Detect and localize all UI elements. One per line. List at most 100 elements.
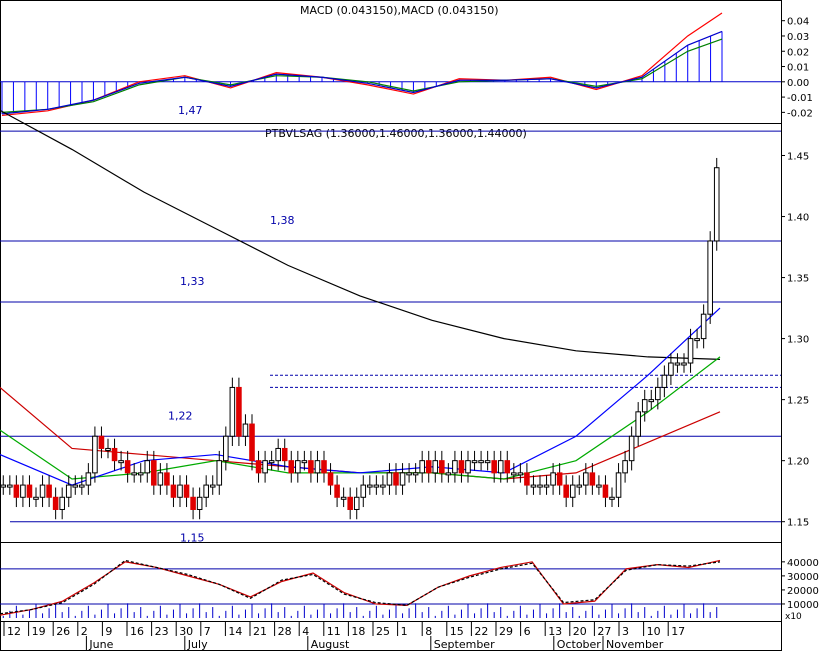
candle-body (425, 460, 432, 474)
candle-body (144, 460, 151, 474)
candle-body (157, 472, 164, 486)
price-level-label: 1,15 (180, 532, 205, 545)
candle-body (687, 338, 694, 364)
candle-body (262, 460, 268, 474)
price-tick-label: 1.45 (787, 152, 809, 163)
candle-body (216, 460, 223, 486)
price-tick-label: 1.25 (787, 396, 809, 407)
candle-body (79, 484, 85, 488)
x-tick-label: 20 (573, 625, 587, 638)
candle-body (419, 460, 425, 474)
x-axis-frame (0, 621, 782, 651)
x-tick-label: 28 (278, 625, 292, 638)
price-level-label: 1,22 (168, 409, 193, 422)
x-tick-label: 30 (179, 625, 193, 638)
x-tick-label: 16 (130, 625, 144, 638)
candle-body (183, 484, 190, 498)
moving-average-line (0, 109, 721, 360)
stock-chart: MACD (0.043150),MACD (0.043150) PTBVLSAG… (0, 0, 819, 651)
candle-body (151, 460, 157, 486)
candle-body (105, 447, 111, 451)
x-tick-label: 10 (647, 625, 661, 638)
x-tick-label: 25 (376, 625, 390, 638)
candle-body (497, 460, 504, 474)
candle-body (550, 472, 556, 486)
candle-body (674, 362, 681, 366)
volume-layer: 40000 30000 20000 10000x10 (0, 558, 819, 622)
candle-body (681, 362, 687, 366)
candle-body (635, 411, 641, 437)
candle-body (524, 472, 530, 486)
candle-body (609, 496, 615, 500)
candle-body (281, 447, 288, 462)
volume-tick-label: 30000 (787, 572, 819, 583)
price-tick-label: 1.40 (787, 213, 809, 224)
candle-body (713, 167, 720, 242)
x-tick-label: 26 (56, 625, 70, 638)
candle-body (556, 472, 563, 486)
candle-body (308, 460, 314, 474)
candle-body (137, 472, 144, 476)
candle-body (131, 472, 137, 476)
x-tick-label: 22 (474, 625, 488, 638)
candle-body (196, 496, 203, 510)
price-level-label: 1,47 (178, 104, 203, 117)
candle-body (65, 484, 72, 498)
x-tick-label: 14 (228, 625, 242, 638)
x-tick-label: 12 (7, 625, 21, 638)
candle-body (432, 460, 439, 474)
x-tick-label: 9 (105, 625, 112, 638)
candle-body (190, 496, 196, 510)
candle-body (255, 460, 262, 474)
candle-body (72, 484, 79, 488)
price-level-label: 1,38 (270, 214, 295, 227)
candle-body (52, 496, 59, 510)
candle-body (229, 386, 236, 437)
candle-body (517, 472, 524, 476)
macd-series-line (1, 38, 723, 113)
candle-body (707, 240, 713, 315)
candle-body (111, 447, 118, 462)
x-tick-label: 29 (499, 625, 513, 638)
x-tick-label: 11 (327, 625, 341, 638)
candle-body (177, 484, 183, 498)
candle-body (249, 423, 255, 462)
macd-series-line (1, 30, 723, 115)
volume-tick-label: 20000 (787, 586, 819, 597)
candle-body (321, 460, 327, 474)
x-tick-label: 1 (401, 625, 408, 638)
x-tick-label: 19 (32, 625, 46, 638)
candle-body (367, 484, 373, 488)
moving-average-line (0, 386, 721, 480)
month-label: October (557, 638, 601, 651)
month-label: September (434, 638, 495, 651)
candle-body (164, 472, 170, 486)
macd-tick-label: 0.00 (787, 78, 809, 89)
candle-body (504, 460, 511, 474)
month-label: July (187, 638, 208, 651)
month-label: June (88, 638, 113, 651)
candle-body (288, 460, 295, 474)
x-tick-label: 18 (351, 625, 365, 638)
candle-body (700, 313, 707, 340)
candle-body (98, 435, 105, 449)
candle-body (236, 386, 242, 437)
candle-body (360, 484, 367, 498)
candle-body (694, 338, 700, 342)
candle-body (0, 484, 7, 488)
candle-body (20, 484, 26, 498)
candle-body (668, 362, 674, 376)
candle-body (648, 399, 655, 403)
candle-body (445, 472, 452, 476)
candle-body (26, 484, 33, 498)
x-tick-label: 13 (548, 625, 562, 638)
candle-body (295, 460, 301, 474)
candle-body (569, 484, 576, 498)
macd-tick-label: -0.01 (787, 93, 813, 104)
candle-body (209, 484, 216, 488)
candle-body (583, 472, 589, 486)
macd-layer: 0.04 0.03 0.02 0.01 0.00 -0.01 -0.02 (0, 12, 813, 119)
candle-body (602, 484, 609, 498)
candle-body (622, 460, 628, 474)
candle-body (301, 460, 308, 464)
